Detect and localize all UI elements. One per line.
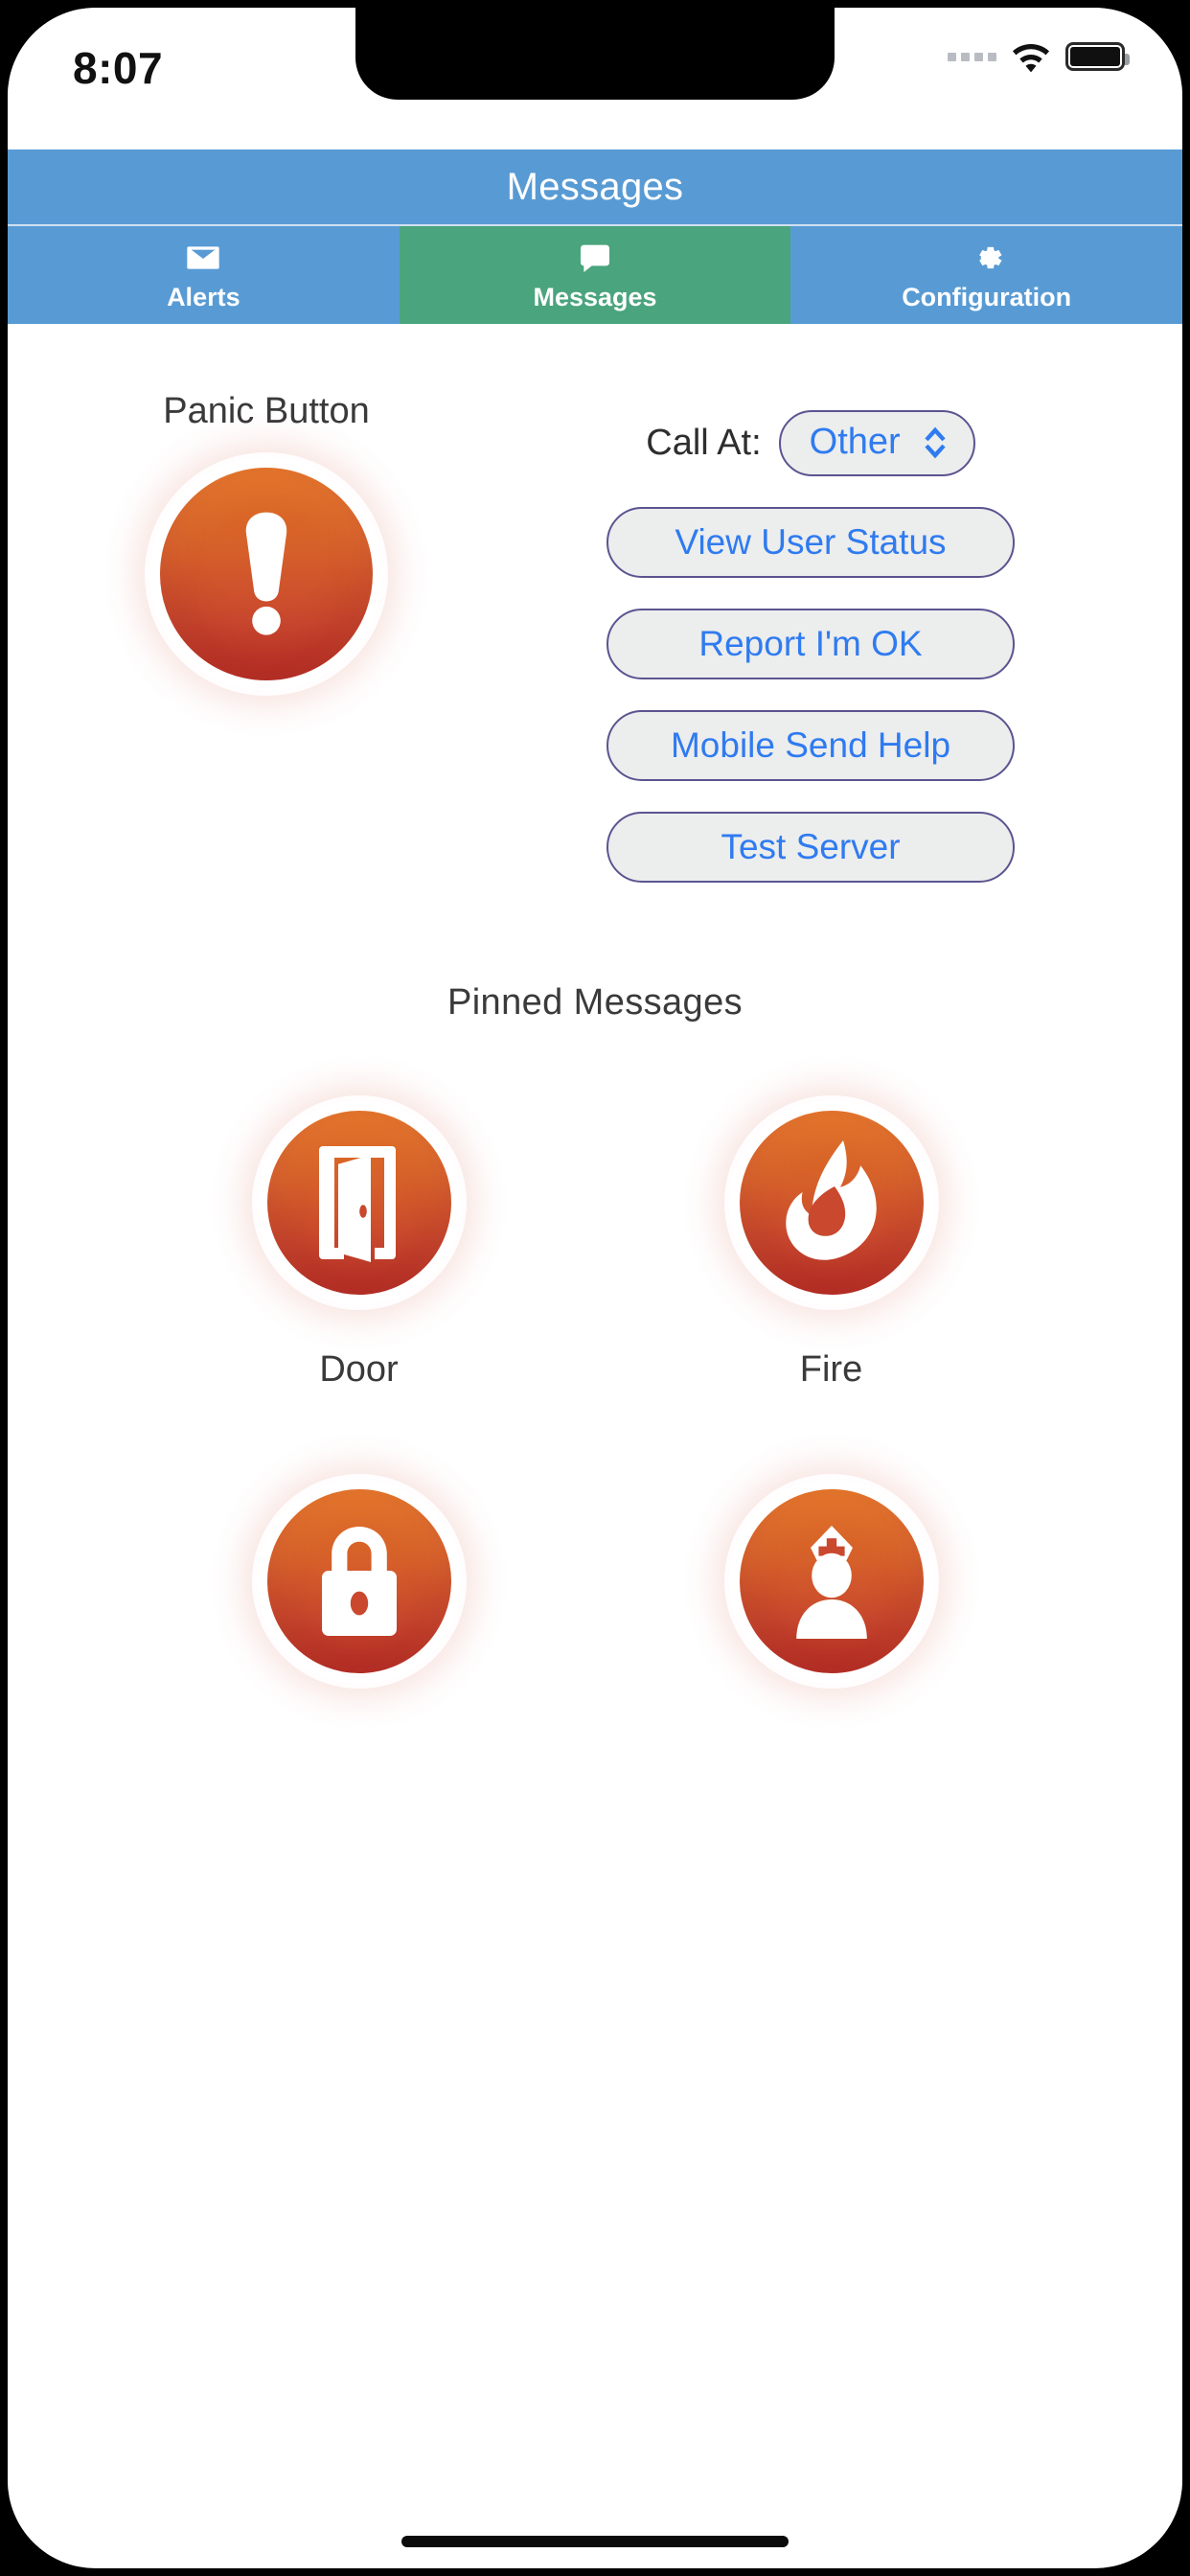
main-content: Panic Button Call At: Other View User St… xyxy=(8,324,1182,2566)
chevron-up-down-icon xyxy=(920,425,950,461)
phone-frame: 8:07 Messages Alerts Messages Configurat… xyxy=(0,0,1190,2576)
tab-alerts-label: Alerts xyxy=(167,282,240,311)
pinned-tile-nurse[interactable] xyxy=(595,1479,1067,1728)
tab-bar: Alerts Messages Configuration xyxy=(8,224,1182,324)
tab-messages-label: Messages xyxy=(533,282,657,311)
chat-bubble-icon xyxy=(576,239,614,277)
call-at-select[interactable]: Other xyxy=(778,410,975,476)
app-header: Messages xyxy=(8,150,1182,224)
envelope-icon xyxy=(184,239,222,277)
report-im-ok-button[interactable]: Report I'm OK xyxy=(606,609,1015,679)
flame-icon xyxy=(785,1140,877,1260)
mobile-send-help-button[interactable]: Mobile Send Help xyxy=(606,710,1015,781)
exclamation-icon xyxy=(245,512,287,635)
nurse-button[interactable] xyxy=(728,1479,934,1684)
panic-column: Panic Button xyxy=(8,391,525,883)
lock-button[interactable] xyxy=(256,1479,462,1684)
nurse-icon xyxy=(795,1526,867,1639)
test-server-button[interactable]: Test Server xyxy=(606,812,1015,883)
pinned-tile-lock[interactable] xyxy=(123,1479,595,1728)
door-button[interactable] xyxy=(256,1100,462,1305)
gear-icon xyxy=(968,239,1006,277)
status-indicators xyxy=(948,40,1130,73)
call-at-row: Call At: Other xyxy=(646,410,975,476)
tab-messages[interactable]: Messages xyxy=(399,226,791,324)
panic-button[interactable] xyxy=(149,457,383,691)
pinned-tile-door[interactable]: Door xyxy=(123,1100,595,1391)
fire-label: Fire xyxy=(799,1349,863,1390)
tab-configuration-label: Configuration xyxy=(902,282,1072,311)
tab-alerts[interactable]: Alerts xyxy=(8,226,400,324)
door-label: Door xyxy=(319,1349,399,1390)
status-bar: 8:07 xyxy=(8,8,1182,150)
fire-button[interactable] xyxy=(728,1100,934,1305)
controls-column: Call At: Other View User Status Report I… xyxy=(525,391,1182,883)
panic-section: Panic Button Call At: Other View User St… xyxy=(8,324,1182,883)
wifi-icon xyxy=(1010,40,1052,73)
pinned-messages-grid: Door Fire xyxy=(8,1100,1182,1728)
panic-button-label: Panic Button xyxy=(163,391,370,431)
app-screen: 8:07 Messages Alerts Messages Configurat… xyxy=(8,8,1182,2568)
status-clock: 8:07 xyxy=(73,43,164,93)
battery-icon xyxy=(1065,42,1130,71)
signal-dots-icon xyxy=(948,52,996,61)
pinned-messages-title: Pinned Messages xyxy=(446,982,744,1023)
pinned-tile-fire[interactable]: Fire xyxy=(595,1100,1067,1391)
home-indicator xyxy=(401,2536,789,2547)
view-user-status-button[interactable]: View User Status xyxy=(606,507,1015,578)
call-at-label: Call At: xyxy=(646,423,762,463)
lock-icon xyxy=(321,1527,397,1636)
notch xyxy=(355,8,835,100)
tab-configuration[interactable]: Configuration xyxy=(790,226,1182,324)
call-at-value: Other xyxy=(809,422,901,462)
open-door-icon xyxy=(318,1146,396,1262)
page-title: Messages xyxy=(506,165,684,208)
